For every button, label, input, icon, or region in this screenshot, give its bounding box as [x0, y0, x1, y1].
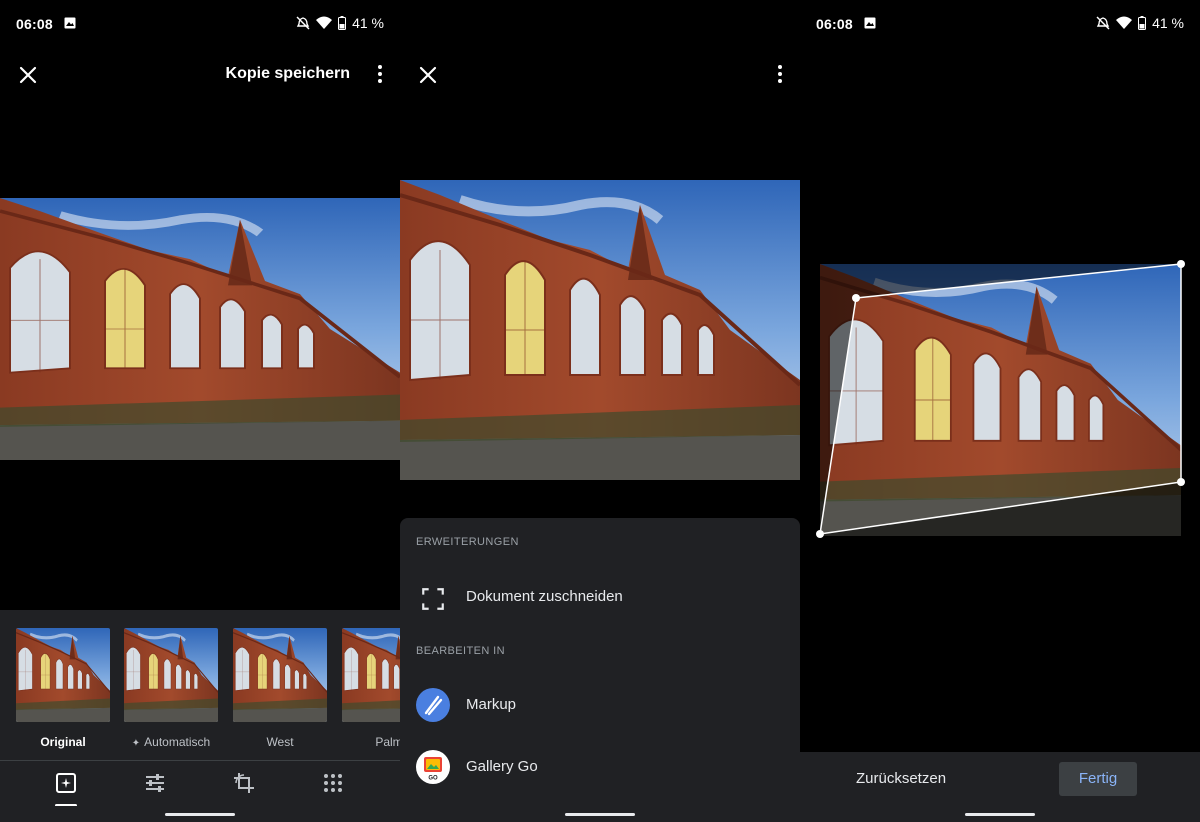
document-crop-icon	[422, 588, 444, 610]
battery-icon	[338, 16, 347, 30]
close-icon[interactable]	[16, 63, 40, 87]
reset-button[interactable]: Zurücksetzen	[856, 770, 946, 787]
filter-palm[interactable]: Palm	[342, 628, 400, 749]
save-copy-button[interactable]: Kopie speichern	[226, 65, 350, 83]
home-handle[interactable]	[565, 813, 635, 816]
filter-strip: Original ✦ Automatisch West Palm	[0, 610, 400, 760]
app-item-markup[interactable]: Markup	[400, 680, 800, 732]
wifi-icon	[316, 16, 333, 29]
more-options-icon[interactable]	[768, 62, 792, 86]
crop-document-item[interactable]: Dokument zuschneiden	[400, 572, 800, 624]
options-bottom-sheet: ERWEITERUNGEN Dokument zuschneiden BEARB…	[400, 518, 800, 822]
crop-canvas	[816, 260, 1185, 538]
filter-label: West	[266, 735, 294, 749]
editor-top-bar: Kopie speichern	[0, 52, 400, 98]
mute-notifications-icon	[296, 16, 310, 30]
crop-document-label: Dokument zuschneiden	[466, 588, 623, 605]
section-header-extensions: ERWEITERUNGEN	[416, 536, 519, 548]
filter-original[interactable]: Original	[16, 628, 110, 749]
crop-bottom-bar: Zurücksetzen Fertig	[800, 752, 1200, 806]
home-handle[interactable]	[165, 813, 235, 816]
status-bar: 06:08 41 %	[800, 0, 1200, 48]
sparkle-icon: ✦	[131, 738, 141, 749]
battery-level: 41 %	[352, 15, 384, 31]
filter-label: Original	[40, 735, 86, 749]
section-header-edit-in: BEARBEITEN IN	[416, 645, 505, 657]
crop-handle-bottom-left[interactable]	[816, 530, 824, 538]
app-item-gallery-go[interactable]: GO Gallery Go	[400, 742, 800, 794]
app-label: Markup	[466, 696, 517, 713]
gesture-nav-bar	[400, 806, 800, 822]
status-time: 06:08	[16, 16, 53, 32]
filter-label: Palm	[375, 735, 400, 749]
filter-west[interactable]: West	[233, 628, 327, 749]
filter-thumbnail	[233, 628, 327, 722]
filters-icon[interactable]	[54, 771, 78, 795]
status-right: 41 %	[1096, 15, 1184, 31]
adjust-icon[interactable]	[143, 771, 167, 795]
filter-label: Automatisch	[144, 735, 211, 749]
image-notification-icon	[864, 17, 876, 29]
mute-notifications-icon	[1096, 16, 1110, 30]
home-handle[interactable]	[965, 813, 1035, 816]
more-options-icon[interactable]	[368, 62, 392, 86]
crop-rotate-icon[interactable]	[232, 771, 256, 795]
more-tools-icon[interactable]	[321, 771, 345, 795]
crop-handle-top-left[interactable]	[852, 294, 860, 302]
markup-app-icon	[416, 688, 450, 722]
gesture-nav-bar	[0, 806, 400, 822]
crop-handle-top-right[interactable]	[1177, 260, 1185, 268]
gesture-nav-bar	[800, 806, 1200, 822]
photo-preview	[400, 180, 800, 480]
app-badge: GO	[428, 776, 438, 782]
crop-handle-bottom-right[interactable]	[1177, 478, 1185, 486]
battery-level: 41 %	[1152, 15, 1184, 31]
editor-top-bar	[400, 52, 800, 98]
status-time: 06:08	[816, 16, 853, 32]
gallery-go-app-icon: GO	[416, 750, 450, 784]
filter-label-row: ✦ Automatisch	[124, 735, 218, 749]
photo-preview	[0, 198, 400, 460]
battery-icon	[1138, 16, 1147, 30]
done-button[interactable]: Fertig	[1059, 762, 1137, 796]
filter-thumbnail	[16, 628, 110, 722]
filter-automatisch[interactable]: ✦ Automatisch	[124, 628, 218, 749]
crop-document-screen: 06:08 41 % Zurücksetzen Fertig	[800, 0, 1200, 822]
editor-tab-bar	[0, 760, 400, 807]
editor-filters-screen: 06:08 41 % Kopie speichern Original ✦ Aut…	[0, 0, 400, 822]
filter-thumbnail	[124, 628, 218, 722]
wifi-icon	[1116, 16, 1133, 29]
app-label: Gallery Go	[466, 758, 538, 775]
image-notification-icon	[64, 17, 76, 29]
status-bar: 06:08 41 %	[0, 0, 400, 48]
more-options-menu-screen: ERWEITERUNGEN Dokument zuschneiden BEARB…	[400, 0, 800, 822]
filter-thumbnail	[342, 628, 400, 722]
close-icon[interactable]	[416, 63, 440, 87]
status-right: 41 %	[296, 15, 384, 31]
